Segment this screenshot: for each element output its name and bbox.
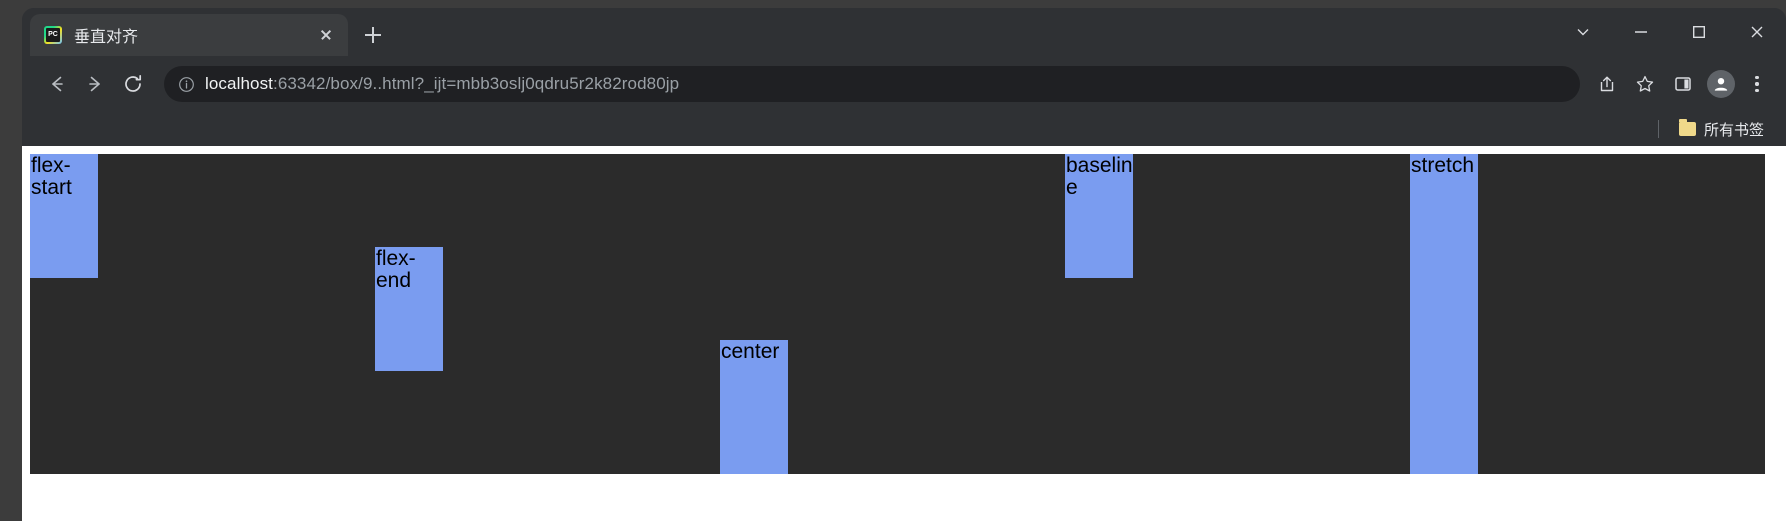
browser-tab[interactable]: 垂直对齐 <box>30 14 348 56</box>
tab-search-button[interactable] <box>1554 8 1612 56</box>
reload-icon <box>125 74 142 92</box>
bookmarks-bar: 所有书签 <box>22 112 1786 146</box>
arrow-left-icon <box>52 76 63 92</box>
reload-button[interactable] <box>116 67 150 101</box>
forward-button[interactable] <box>78 67 112 101</box>
folder-icon <box>1678 119 1696 136</box>
url-text: localhost:63342/box/9..html?_ijt=mbb3osl… <box>205 74 679 94</box>
new-tab-button[interactable] <box>356 18 390 52</box>
arrow-right-icon <box>89 76 100 92</box>
back-button[interactable] <box>40 67 74 101</box>
three-dots-icon[interactable] <box>1742 67 1772 101</box>
url-host: localhost <box>205 74 273 93</box>
close-button[interactable] <box>1728 8 1786 56</box>
divider <box>1657 120 1659 138</box>
dot <box>1755 75 1759 80</box>
flex-container: flex-start flex-end center baseline stretch <box>30 154 1765 474</box>
address-bar[interactable]: localhost:63342/box/9..html?_ijt=mbb3osl… <box>164 66 1580 102</box>
all-bookmarks-button[interactable]: 所有书签 <box>1673 116 1770 143</box>
close-icon[interactable] <box>314 23 338 47</box>
flex-item-stretch: stretch <box>1410 154 1478 474</box>
minimize-icon <box>1635 31 1647 33</box>
flex-item-flex-start: flex-start <box>30 154 98 278</box>
page-viewport: flex-start flex-end center baseline stretch <box>22 146 1786 521</box>
maximize-icon <box>1693 26 1706 39</box>
maximize-button[interactable] <box>1670 8 1728 56</box>
pycharm-icon <box>44 26 62 44</box>
window-controls <box>1554 8 1786 56</box>
person-icon <box>1714 78 1728 91</box>
all-bookmarks-label: 所有书签 <box>1703 121 1764 139</box>
dot <box>1755 82 1759 86</box>
flex-item-flex-end: flex-end <box>375 247 443 371</box>
browser-toolbar: localhost:63342/box/9..html?_ijt=mbb3osl… <box>22 56 1786 112</box>
tab-title: 垂直对齐 <box>74 29 139 46</box>
info-circle-icon[interactable] <box>178 76 195 93</box>
close-icon <box>1751 26 1763 38</box>
url-path: :63342/box/9..html?_ijt=mbb3oslj0qdru5r2… <box>273 74 680 93</box>
minimize-button[interactable] <box>1612 8 1670 56</box>
bookmark-star-icon[interactable] <box>1628 67 1662 101</box>
chevron-down-icon <box>1577 29 1589 36</box>
share-icon[interactable] <box>1590 67 1624 101</box>
tab-strip: 垂直对齐 <box>22 8 1786 56</box>
avatar[interactable] <box>1707 70 1735 98</box>
flex-item-center: center <box>720 340 788 474</box>
side-panel-icon[interactable] <box>1666 67 1700 101</box>
browser-window: 垂直对齐 <box>22 8 1786 521</box>
flex-item-baseline: baseline <box>1065 154 1133 278</box>
dot <box>1755 88 1759 93</box>
